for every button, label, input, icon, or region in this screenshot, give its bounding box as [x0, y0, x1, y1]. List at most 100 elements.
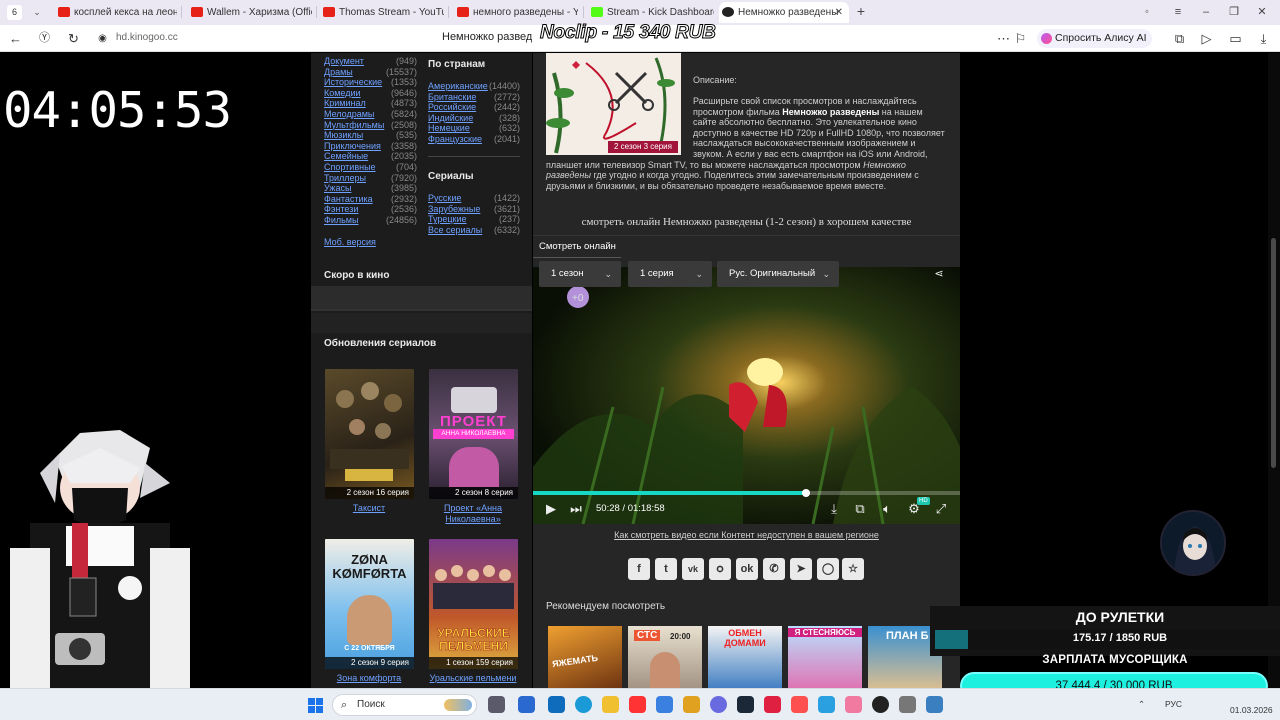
tab-count-badge[interactable]: 6 — [7, 5, 22, 20]
list-item-label[interactable]: Русские — [428, 193, 461, 203]
favorite-star-icon[interactable]: ☆ — [842, 558, 864, 580]
ask-alice-button[interactable]: Спросить Алису AI — [1037, 29, 1152, 48]
list-item[interactable]: Спортивные (704) — [324, 162, 417, 173]
edge-icon[interactable] — [575, 696, 592, 713]
list-item[interactable]: Фантастика (2932) — [324, 194, 417, 205]
collections-icon[interactable]: ▭ — [1226, 29, 1245, 48]
keyboard-language[interactable]: РУС — [1165, 699, 1182, 709]
list-item-label[interactable]: Приключения — [324, 141, 381, 151]
list-item-label[interactable]: Мюзиклы — [324, 130, 363, 140]
list-item[interactable]: Фэнтези (2536) — [324, 204, 417, 215]
list-item[interactable]: Российские (2442) — [428, 102, 520, 113]
tab-nemnogo-razvedeny-youtube[interactable]: немного разведены - You — [454, 2, 578, 23]
list-item[interactable]: Мелодрамы (5824) — [324, 109, 417, 120]
minimize-icon[interactable]: – — [1196, 3, 1216, 21]
facebook-share-icon[interactable]: f — [628, 558, 650, 580]
back-icon[interactable]: ← — [6, 29, 25, 48]
yandex-browser-icon[interactable] — [629, 696, 646, 713]
list-item[interactable]: Все сериалы (6332) — [428, 225, 520, 236]
list-item-label[interactable]: Документ — [324, 56, 364, 66]
recommendation-card[interactable]: ЯЖЕМАТЬ — [548, 626, 622, 691]
list-item[interactable]: Документ (949) — [324, 56, 417, 67]
list-item[interactable]: Немецкие (632) — [428, 123, 520, 134]
address-bar[interactable]: hd.kinogoo.cc — [116, 32, 178, 43]
tabs-dropdown-icon[interactable]: ⌄ — [29, 4, 45, 20]
poster-caption-uralskie-pelmeni[interactable]: Уральские пельмени — [423, 673, 523, 684]
telegram-icon[interactable] — [818, 696, 835, 713]
list-item-label[interactable]: Французские — [428, 134, 482, 144]
list-item-label[interactable]: Драмы — [324, 67, 353, 77]
windows-start-icon[interactable] — [308, 698, 323, 713]
list-item-label[interactable]: Мультфильмы — [324, 120, 384, 130]
season-select[interactable]: 1 сезон ⌄ — [539, 261, 621, 287]
list-item[interactable]: Британские (2772) — [428, 92, 520, 103]
app-icon[interactable] — [791, 696, 808, 713]
close-tab-icon[interactable]: ✕ — [835, 2, 843, 23]
list-item-label[interactable]: Индийские — [428, 113, 473, 123]
taskbar-date[interactable]: 01.03.2026 — [1230, 705, 1273, 715]
list-item-label[interactable]: Американские — [428, 81, 488, 91]
downloads-icon[interactable]: ⤓ — [1254, 29, 1273, 48]
tab-kex-cosplay[interactable]: косплей кекса на леона - — [55, 2, 177, 23]
download-icon[interactable]: ⤓ — [825, 501, 843, 517]
steam-icon[interactable] — [737, 696, 754, 713]
list-item[interactable]: Индийские (328) — [428, 113, 520, 124]
widgets-icon[interactable] — [518, 696, 535, 713]
tray-chevron-icon[interactable]: ⌃ — [1138, 699, 1145, 710]
new-tab-button[interactable]: + — [853, 4, 869, 20]
settings-icon[interactable] — [899, 696, 916, 713]
moimir-share-icon[interactable]: ѻ — [709, 558, 731, 580]
restore-icon[interactable]: ❐ — [1224, 3, 1244, 21]
list-item-label[interactable]: Криминал — [324, 98, 366, 108]
tab-wallem[interactable]: Wallem - Харизма (Officia — [188, 2, 312, 23]
region-unavailable-link[interactable]: Как смотреть видео если Контент недоступ… — [533, 530, 960, 540]
voice-select[interactable]: Рус. Оригинальный ⌄ — [717, 261, 839, 287]
next-icon[interactable]: ⏭ — [567, 501, 585, 517]
episode-select[interactable]: 1 серия ⌄ — [628, 261, 712, 287]
list-item[interactable]: Русские (1422) — [428, 193, 520, 204]
poster-caption-taksist[interactable]: Таксист — [319, 503, 419, 514]
list-item-label[interactable]: Исторические — [324, 77, 382, 87]
list-item[interactable]: Драмы (15537) — [324, 67, 417, 78]
screenshot-icon[interactable]: ⧉ — [1170, 29, 1189, 48]
poster-taksist[interactable]: 2 сезон 16 серия — [325, 369, 414, 499]
list-item-label[interactable]: Турецкие — [428, 214, 467, 224]
list-item[interactable]: Фильмы (24856) — [324, 215, 417, 226]
bookmark-icon[interactable]: ⚐ — [1011, 29, 1030, 48]
mobile-version-link[interactable]: Моб. версия — [324, 237, 376, 247]
vk-share-icon[interactable]: vk — [682, 558, 704, 580]
taskbar-search[interactable]: ⌕ Поиск — [332, 694, 477, 716]
play-icon[interactable]: ▶ — [542, 501, 560, 517]
list-item[interactable]: Мультфильмы (2508) — [324, 120, 417, 131]
site-info-icon[interactable]: ◉ — [93, 29, 112, 48]
list-item[interactable]: Комедии (9646) — [324, 88, 417, 99]
close-window-icon[interactable]: ✕ — [1252, 3, 1272, 21]
poster-proekt[interactable]: ПРОЕКТ АННА НИКОЛАЕВНА 2 сезон 8 серия — [429, 369, 518, 499]
app-icon[interactable] — [926, 696, 943, 713]
list-item-label[interactable]: Мелодрамы — [324, 109, 374, 119]
list-item[interactable]: Криминал (4873) — [324, 98, 417, 109]
list-item[interactable]: Турецкие (237) — [428, 214, 520, 225]
list-item[interactable]: Мюзиклы (535) — [324, 130, 417, 141]
fullscreen-icon[interactable]: ⤢ — [932, 501, 950, 517]
poster-caption-zona-komforta[interactable]: Зона комфорта — [319, 673, 419, 684]
discord-icon[interactable] — [710, 696, 727, 713]
list-item[interactable]: Зарубежные (3621) — [428, 204, 520, 215]
list-item-label[interactable]: Спортивные — [324, 162, 376, 172]
tab-watch-online[interactable]: Смотреть онлайн — [539, 241, 616, 252]
viber-share-icon[interactable]: ✆ — [763, 558, 785, 580]
list-item-label[interactable]: Семейные — [324, 151, 368, 161]
browser-menu-icon[interactable]: ≡ — [1168, 3, 1188, 21]
progress-knob[interactable] — [801, 489, 810, 497]
volume-icon[interactable]: 🔈︎ — [878, 501, 896, 517]
odnoklassniki-share-icon[interactable]: ok — [736, 558, 758, 580]
app-icon[interactable] — [845, 696, 862, 713]
tab-thomas-stream[interactable]: Thomas Stream - YouTube — [320, 2, 444, 23]
telegram-share-icon[interactable]: ➤ — [790, 558, 812, 580]
recommendation-card[interactable]: ОБМЕН ДОМАМИ — [708, 626, 782, 691]
store-icon[interactable] — [548, 696, 565, 713]
notification-app-icon[interactable] — [764, 696, 781, 713]
list-item[interactable]: Французские (2041) — [428, 134, 520, 145]
list-item-label[interactable]: Комедии — [324, 88, 361, 98]
obs-icon[interactable] — [872, 696, 889, 713]
